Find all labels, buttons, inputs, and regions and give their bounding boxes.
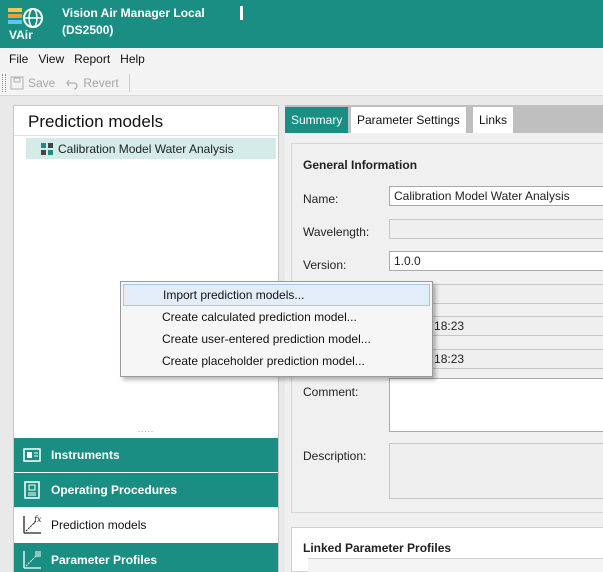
title-caret (240, 6, 243, 20)
menu-view[interactable]: View (34, 52, 70, 66)
tab-links[interactable]: Links (473, 107, 515, 133)
nav-operating-procedures[interactable]: Operating Procedures (14, 473, 278, 507)
revert-icon (66, 79, 78, 90)
nav-parameter-profiles[interactable]: Parameter Profiles (14, 543, 278, 572)
nav-prediction-models-label: Prediction models (51, 518, 147, 532)
version-field[interactable]: 1.0.0 (389, 251, 603, 271)
nav-instruments-label: Instruments (51, 448, 120, 462)
operating-procedures-icon (20, 478, 44, 502)
tree-item-calibration-model[interactable]: Calibration Model Water Analysis (26, 138, 276, 159)
comment-field[interactable] (389, 378, 603, 432)
menu-create-calculated-model[interactable]: Create calculated prediction model... (123, 306, 430, 328)
revert-button[interactable]: Revert (65, 75, 119, 90)
save-label: Save (28, 75, 56, 90)
menu-import-prediction-models[interactable]: Import prediction models... (123, 284, 430, 306)
description-field[interactable] (389, 443, 603, 499)
nav-parameter-profiles-label: Parameter Profiles (51, 553, 158, 567)
title-bar: VAir Vision Air Manager Local (DS2500) (0, 0, 603, 48)
menu-help[interactable]: Help (116, 52, 151, 66)
vision-air-logo-icon: VAir (8, 8, 43, 42)
parameter-profiles-icon (20, 548, 44, 572)
instruments-icon (20, 443, 44, 467)
wavelength-field[interactable] (389, 219, 603, 239)
toolbar-separator (128, 73, 130, 92)
context-menu: Import prediction models... Create calcu… (120, 281, 433, 377)
svg-text:VAir: VAir (9, 28, 33, 42)
linked-parameter-profiles-title: Linked Parameter Profiles (303, 541, 452, 555)
tree-item-label: Calibration Model Water Analysis (58, 141, 234, 156)
tab-summary[interactable]: Summary (285, 107, 350, 133)
prediction-models-icon: fx (20, 513, 44, 537)
revert-label: Revert (83, 75, 119, 90)
menu-file[interactable]: File (5, 52, 34, 66)
name-field[interactable]: Calibration Model Water Analysis (389, 186, 603, 206)
menu-report[interactable]: Report (70, 52, 116, 66)
description-label: Description: (303, 449, 367, 463)
nav-prediction-models[interactable]: fx Prediction models (14, 508, 278, 542)
panel-splitter[interactable]: ..... (14, 426, 278, 434)
save-button[interactable]: Save (10, 76, 55, 90)
save-icon (10, 76, 24, 89)
nav-operating-procedures-label: Operating Procedures (51, 483, 178, 497)
toolbar: Save Revert (0, 70, 603, 96)
panel-title: Prediction models (14, 106, 278, 136)
name-label: Name: (303, 192, 339, 206)
general-information-title: General Information (303, 158, 418, 172)
menu-bar: File View Report Help (0, 48, 603, 70)
version-label: Version: (303, 258, 347, 272)
app-title: Vision Air Manager Local (DS2500) (62, 6, 205, 37)
comment-label: Comment: (303, 385, 359, 399)
tab-parameter-settings[interactable]: Parameter Settings (351, 107, 467, 133)
menu-create-user-entered-model[interactable]: Create user-entered prediction model... (123, 328, 430, 350)
linked-parameter-profiles-group: Linked Parameter Profiles (291, 527, 603, 572)
toolbar-grip (2, 73, 6, 92)
tab-strip: Summary Parameter Settings Links (285, 105, 603, 133)
svg-text:fx: fx (33, 515, 42, 524)
linked-profiles-grid[interactable] (308, 558, 603, 572)
prediction-model-icon (41, 142, 53, 155)
nav-instruments[interactable]: Instruments (14, 438, 278, 472)
menu-create-placeholder-model[interactable]: Create placeholder prediction model... (123, 350, 430, 372)
wavelength-label: Wavelength: (303, 225, 370, 239)
